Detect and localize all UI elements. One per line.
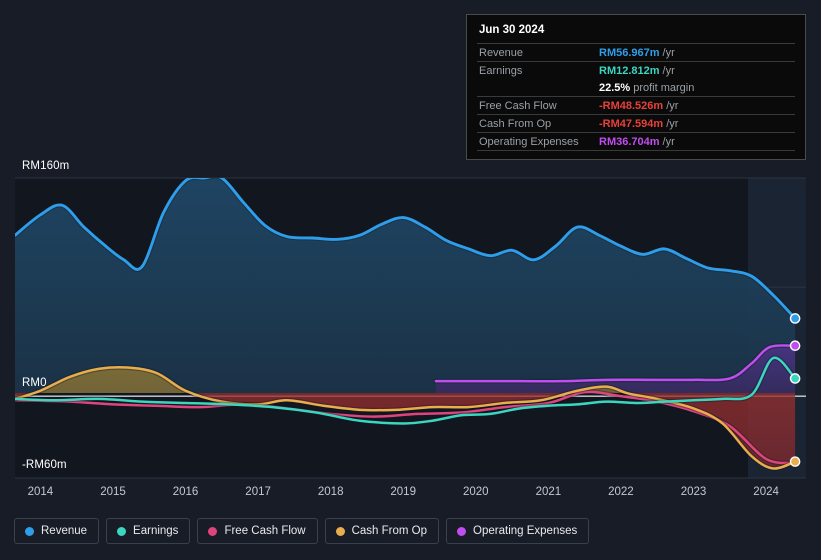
legend-item-label: Cash From Op xyxy=(351,525,428,537)
endpoint-marker-revenue xyxy=(789,313,801,324)
x-axis-label-2024: 2024 xyxy=(753,486,779,498)
x-axis-label-2017: 2017 xyxy=(245,486,271,498)
x-axis-label-2020: 2020 xyxy=(463,486,489,498)
tooltip-row-value: RM56.967m xyxy=(599,46,660,59)
data-tooltip: Jun 30 2024 Revenue RM56.967m/yr Earnings R… xyxy=(466,14,806,160)
tooltip-row-label: Revenue xyxy=(479,46,524,59)
legend-dot-icon xyxy=(335,526,345,536)
x-axis-label-2019: 2019 xyxy=(390,486,416,498)
y-axis-label-top: RM160m xyxy=(22,160,70,172)
legend-item-label: Operating Expenses xyxy=(473,525,578,537)
tooltip-row-earnings: Earnings RM12.812m/yr xyxy=(477,61,795,79)
legend-item-label: Revenue xyxy=(41,525,88,537)
tooltip-row-unit: /yr xyxy=(662,46,675,59)
tooltip-row-revenue: Revenue RM56.967m/yr xyxy=(477,43,795,61)
tooltip-row-operating-expenses: Operating Expenses RM36.704m/yr xyxy=(477,132,795,150)
tooltip-row-label: Cash From Op xyxy=(479,117,552,130)
tooltip-row-label: Free Cash Flow xyxy=(479,99,557,112)
x-axis-label-2015: 2015 xyxy=(100,486,126,498)
tooltip-row-cash-from-op: Cash From Op -RM47.594m/yr xyxy=(477,114,795,132)
legend-item-free-cash-flow[interactable]: Free Cash Flow xyxy=(197,518,318,544)
legend-dot-icon xyxy=(117,526,127,536)
tooltip-row-unit: /yr xyxy=(666,117,679,130)
tooltip-bottom-rule xyxy=(477,150,795,153)
x-axis-label-2021: 2021 xyxy=(535,486,562,498)
legend-item-label: Earnings xyxy=(133,525,179,537)
x-axis-label-2023: 2023 xyxy=(680,486,707,498)
tooltip-row-profit-margin: 22.5% profit margin xyxy=(477,79,795,96)
chart-screenshot: RM160m RM0 -RM60m 2014 2015 2016 2017 2018 20… xyxy=(0,0,821,560)
legend-dot-icon xyxy=(25,526,34,536)
y-axis-label-bottom: -RM60m xyxy=(22,459,67,471)
chart-legend: Revenue Earnings Free Cash Flow Cash From O… xyxy=(14,518,590,544)
tooltip-row-label: Earnings xyxy=(479,64,523,77)
endpoint-marker-earnings xyxy=(789,373,801,384)
tooltip-row-value: -RM47.594m xyxy=(599,117,664,130)
legend-item-cash-from-op[interactable]: Cash From Op xyxy=(324,518,440,544)
endpoint-marker-operating-expenses xyxy=(789,340,801,352)
legend-item-revenue[interactable]: Revenue xyxy=(14,518,100,544)
x-axis-label-2016: 2016 xyxy=(172,486,199,498)
tooltip-row-unit: /yr xyxy=(666,99,679,112)
tooltip-row-label: Operating Expenses xyxy=(479,135,579,148)
tooltip-row-value: RM12.812m xyxy=(599,64,660,77)
tooltip-date: Jun 30 2024 xyxy=(479,24,545,36)
legend-dot-icon xyxy=(457,526,467,536)
tooltip-profit-margin-value: 22.5% xyxy=(599,81,631,94)
tooltip-profit-margin-label: profit margin xyxy=(633,81,695,94)
tooltip-row-unit: /yr xyxy=(662,64,675,77)
tooltip-rows: Revenue RM56.967m/yr Earnings RM12.812m/yr 2… xyxy=(477,43,795,153)
tooltip-row-free-cash-flow: Free Cash Flow -RM48.526m/yr xyxy=(477,96,795,114)
x-axis-label-2022: 2022 xyxy=(608,486,634,498)
legend-item-operating-expenses[interactable]: Operating Expenses xyxy=(446,518,590,544)
x-axis-label-2018: 2018 xyxy=(317,486,344,498)
y-axis-label-zero: RM0 xyxy=(22,377,47,389)
legend-item-earnings[interactable]: Earnings xyxy=(106,518,191,544)
endpoint-marker-cash-from-op xyxy=(789,456,801,467)
tooltip-row-value: RM36.704m xyxy=(599,135,660,148)
x-axis-label-2014: 2014 xyxy=(27,486,54,498)
legend-dot-icon xyxy=(208,526,218,536)
tooltip-row-unit: /yr xyxy=(662,135,675,148)
tooltip-row-value: -RM48.526m xyxy=(599,99,664,112)
legend-item-label: Free Cash Flow xyxy=(224,525,306,537)
